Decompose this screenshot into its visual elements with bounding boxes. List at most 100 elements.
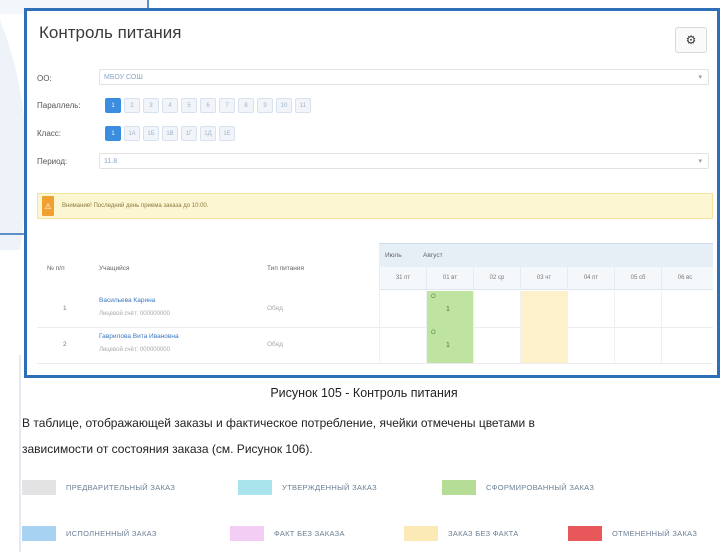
- student-name-link[interactable]: Васильева Карина: [99, 297, 155, 304]
- day-header: 31 пт 01 вт 02 ср 03 чт 04 пт 05 сб 06 вс: [379, 267, 713, 290]
- warning-icon: ⚠: [42, 196, 54, 216]
- day-cell[interactable]: [567, 327, 614, 363]
- day-cell[interactable]: [379, 327, 426, 363]
- parallel-chip[interactable]: 1: [105, 98, 121, 113]
- legend-swatch: [442, 480, 476, 495]
- legend-swatch: [22, 480, 56, 495]
- legend-label: ФАКТ БЕЗ ЗАКАЗА: [274, 529, 345, 538]
- meal-type: Обед: [267, 305, 283, 312]
- day-header-cell: 01 вт: [426, 267, 473, 289]
- day-cell[interactable]: [520, 327, 567, 363]
- order-tag: О: [431, 330, 436, 336]
- day-cell[interactable]: [473, 327, 520, 363]
- legend-label: ОТМЕНЕННЫЙ ЗАКАЗ: [612, 529, 698, 538]
- class-chip[interactable]: 1А: [124, 126, 140, 141]
- app-screenshot: Контроль питания ⚙ ОО: МБОУ СОШ ▾ Паралл…: [24, 8, 720, 378]
- class-chip[interactable]: 1В: [162, 126, 178, 141]
- legend-swatch: [404, 526, 438, 541]
- legend-swatch: [568, 526, 602, 541]
- day-cell[interactable]: [379, 291, 426, 327]
- month-current: Август: [423, 252, 443, 259]
- meal-type: Обед: [267, 341, 283, 348]
- parallel-chip[interactable]: 11: [295, 98, 311, 113]
- parallel-chip[interactable]: 2: [124, 98, 140, 113]
- col-num-header: № п/п: [47, 265, 65, 272]
- day-header-cell: 31 пт: [379, 267, 426, 289]
- org-select[interactable]: МБОУ СОШ ▾: [99, 69, 709, 85]
- col-meal-header: Тип питания: [267, 265, 305, 272]
- legend-label: СФОРМИРОВАННЫЙ ЗАКАЗ: [486, 483, 595, 492]
- day-header-cell: 05 сб: [614, 267, 661, 289]
- org-label: ОО:: [37, 74, 52, 83]
- legend-item: ОТМЕНЕННЫЙ ЗАКАЗ: [568, 526, 697, 541]
- period-value: 11.8: [104, 158, 118, 165]
- table-row: 2 Гаврилова Вита Ивановна Лицевой счёт: 00…: [37, 327, 713, 364]
- page-title: Контроль питания: [39, 23, 182, 42]
- parallel-chip[interactable]: 5: [181, 98, 197, 113]
- day-cell[interactable]: [567, 291, 614, 327]
- parallel-chip[interactable]: 3: [143, 98, 159, 113]
- day-cell[interactable]: [614, 327, 661, 363]
- legend-label: УТВЕРЖДЕННЫЙ ЗАКАЗ: [282, 483, 377, 492]
- org-value: МБОУ СОШ: [104, 74, 143, 81]
- day-header-cell: 03 чт: [520, 267, 567, 289]
- legend-swatch: [230, 526, 264, 541]
- order-quantity: 1: [446, 342, 450, 349]
- class-chip[interactable]: 1: [105, 126, 121, 141]
- row-number: 2: [63, 341, 67, 348]
- order-quantity: 1: [446, 306, 450, 313]
- legend-item: ИСПОЛНЕННЫЙ ЗАКАЗ: [22, 526, 157, 541]
- parallel-label: Параллель:: [37, 101, 81, 110]
- paragraph-line-2: зависимости от состояния заказа (см. Рис…: [22, 442, 313, 456]
- legend-label: ЗАКАЗ БЕЗ ФАКТА: [448, 529, 519, 538]
- class-chip[interactable]: 1Б: [143, 126, 159, 141]
- figure-caption: Рисунок 105 - Контроль питания: [270, 386, 458, 400]
- day-cell[interactable]: [614, 291, 661, 327]
- day-header-cell: 04 пт: [567, 267, 614, 289]
- table-header-left: № п/п Учащийся Тип питания: [37, 245, 377, 295]
- parallel-chip[interactable]: 7: [219, 98, 235, 113]
- class-chips: 1 1А 1Б 1В 1Г 1Д 1Е: [105, 126, 235, 141]
- legend-swatch: [22, 526, 56, 541]
- parallel-chip[interactable]: 6: [200, 98, 216, 113]
- row-number: 1: [63, 305, 67, 312]
- warning-alert: ⚠ Внимание! Последний день приема заказа…: [37, 193, 713, 219]
- order-tag: О: [431, 294, 436, 300]
- parallel-chips: 1 2 3 4 5 6 7 8 9 10 11: [105, 98, 311, 113]
- legend-item: ЗАКАЗ БЕЗ ФАКТА: [404, 526, 519, 541]
- parallel-chip[interactable]: 10: [276, 98, 292, 113]
- col-student-header: Учащийся: [99, 265, 130, 272]
- legend-label: ИСПОЛНЕННЫЙ ЗАКАЗ: [66, 529, 157, 538]
- day-header-cell: 02 ср: [473, 267, 520, 289]
- class-label: Класс:: [37, 129, 61, 138]
- student-account: Лицевой счёт: 000000000: [99, 311, 170, 317]
- day-cell[interactable]: [661, 291, 708, 327]
- parallel-chip[interactable]: 4: [162, 98, 178, 113]
- day-cell[interactable]: О1: [426, 291, 473, 327]
- class-chip[interactable]: 1Д: [200, 126, 216, 141]
- gear-icon: ⚙: [685, 33, 697, 47]
- parallel-chip[interactable]: 8: [238, 98, 254, 113]
- legend-label: ПРЕДВАРИТЕЛЬНЫЙ ЗАКАЗ: [66, 483, 176, 492]
- chevron-down-icon: ▾: [698, 158, 702, 165]
- month-prev: Июль: [385, 252, 402, 259]
- student-account: Лицевой счёт: 000000000: [99, 347, 170, 353]
- day-cell[interactable]: О1: [426, 327, 473, 363]
- legend-item: СФОРМИРОВАННЫЙ ЗАКАЗ: [442, 480, 594, 495]
- parallel-chip[interactable]: 9: [257, 98, 273, 113]
- settings-button[interactable]: ⚙: [675, 27, 707, 53]
- day-cell[interactable]: [520, 291, 567, 327]
- legend-item: ФАКТ БЕЗ ЗАКАЗА: [230, 526, 345, 541]
- day-cell[interactable]: [473, 291, 520, 327]
- period-select[interactable]: 11.8 ▾: [99, 153, 709, 169]
- period-label: Период:: [37, 157, 68, 166]
- student-name-link[interactable]: Гаврилова Вита Ивановна: [99, 333, 179, 340]
- day-header-cell: 06 вс: [661, 267, 708, 289]
- class-chip[interactable]: 1Г: [181, 126, 197, 141]
- alert-text: Внимание! Последний день приема заказа д…: [62, 203, 209, 209]
- class-chip[interactable]: 1Е: [219, 126, 235, 141]
- day-cell[interactable]: [661, 327, 708, 363]
- month-header: Июль Август: [379, 243, 713, 268]
- paragraph-line-1: В таблице, отображающей заказы и фактиче…: [22, 416, 535, 430]
- legend-item: ПРЕДВАРИТЕЛЬНЫЙ ЗАКАЗ: [22, 480, 175, 495]
